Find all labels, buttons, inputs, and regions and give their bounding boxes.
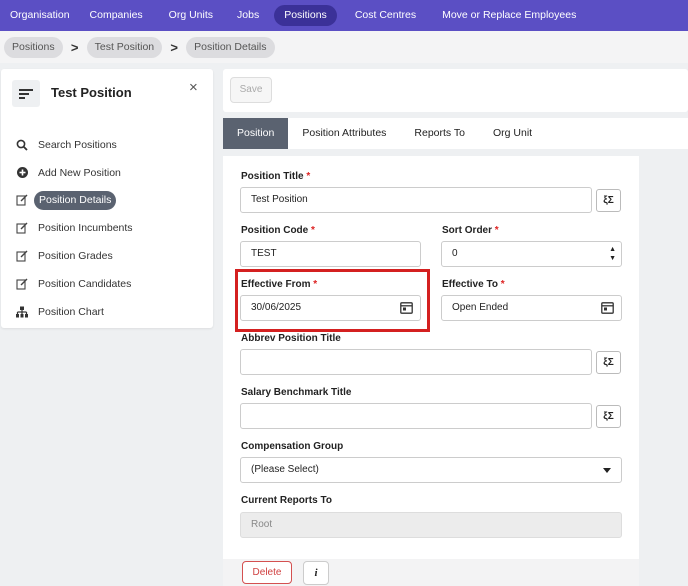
- chevron-down-icon: [603, 468, 611, 473]
- translate-button[interactable]: ξΣ: [596, 405, 621, 428]
- sidebar-item-label: Position Details: [34, 190, 117, 210]
- sidebar-item-position-candidates[interactable]: Position Candidates: [1, 270, 213, 298]
- edit-icon: [15, 249, 29, 263]
- close-icon[interactable]: ×: [189, 79, 198, 96]
- compensation-group-label: Compensation Group: [241, 441, 344, 452]
- side-panel-title: Test Position: [51, 85, 132, 100]
- nav-cost-centres[interactable]: Cost Centres: [345, 5, 426, 26]
- menu-toggle-button[interactable]: [12, 80, 40, 107]
- edit-icon: [15, 193, 29, 207]
- sidebar-item-position-grades[interactable]: Position Grades: [1, 242, 213, 270]
- plus-circle-icon: [15, 166, 29, 180]
- number-stepper-icon[interactable]: ▲ ▼: [609, 245, 616, 263]
- sort-order-input[interactable]: 0 ▲ ▼: [441, 241, 622, 267]
- sidebar-item-label: Add New Position: [38, 166, 121, 179]
- sidebar-item-position-incumbents[interactable]: Position Incumbents: [1, 214, 213, 242]
- menu-icon: [19, 89, 33, 91]
- breadcrumb-positions[interactable]: Positions: [4, 36, 63, 58]
- position-code-label: Position Code *: [241, 225, 315, 236]
- delete-button[interactable]: Delete: [242, 561, 292, 584]
- save-button[interactable]: Save: [230, 77, 272, 103]
- salary-benchmark-title-input[interactable]: [240, 403, 592, 429]
- tab-bar: Position Position Attributes Reports To …: [223, 118, 688, 149]
- translate-button[interactable]: ξΣ: [596, 189, 621, 212]
- side-menu: Search Positions Add New Position Positi…: [1, 131, 213, 326]
- nav-companies[interactable]: Companies: [80, 5, 153, 26]
- position-title-label: Position Title *: [241, 171, 310, 182]
- sidebar-item-position-details[interactable]: Position Details: [1, 187, 213, 215]
- tab-reports-to[interactable]: Reports To: [400, 118, 479, 149]
- search-icon: [15, 138, 29, 152]
- breadcrumb: Positions > Test Position > Position Det…: [0, 31, 688, 63]
- position-title-input[interactable]: Test Position: [240, 187, 592, 213]
- current-reports-to-label: Current Reports To: [241, 495, 332, 506]
- sidebar-item-label: Position Chart: [38, 305, 104, 318]
- nav-organisation[interactable]: Organisation: [0, 5, 80, 26]
- required-marker: *: [306, 171, 311, 182]
- compensation-group-select[interactable]: (Please Select): [240, 457, 622, 483]
- breadcrumb-position-details[interactable]: Position Details: [186, 36, 275, 58]
- nav-move-replace-employees[interactable]: Move or Replace Employees: [432, 5, 586, 26]
- nav-positions[interactable]: Positions: [274, 5, 337, 26]
- field-label-text: Effective To: [442, 279, 498, 290]
- side-panel-header: Test Position ×: [1, 69, 213, 115]
- breadcrumb-test-position[interactable]: Test Position: [86, 36, 163, 58]
- chevron-right-icon: >: [70, 39, 79, 55]
- salary-benchmark-title-label: Salary Benchmark Title: [241, 387, 352, 398]
- sidebar-item-label: Position Candidates: [38, 277, 132, 290]
- required-marker: *: [494, 225, 499, 236]
- info-icon[interactable]: i: [303, 561, 329, 585]
- field-label-text: Position Code: [241, 225, 309, 236]
- sort-order-value: 0: [452, 248, 458, 259]
- edit-icon: [15, 277, 29, 291]
- translate-button[interactable]: ξΣ: [596, 351, 621, 374]
- tab-org-unit[interactable]: Org Unit: [479, 118, 546, 149]
- effective-to-value: Open Ended: [452, 302, 509, 313]
- current-reports-to-field: Root: [240, 512, 622, 538]
- field-label-text: Position Title: [241, 171, 304, 182]
- highlight-box: [235, 269, 430, 332]
- required-marker: *: [311, 225, 315, 236]
- calendar-icon[interactable]: [601, 301, 614, 314]
- compensation-group-value: (Please Select): [251, 464, 319, 475]
- menu-icon-line: [19, 93, 29, 95]
- nav-org-units[interactable]: Org Units: [159, 5, 223, 26]
- action-toolbar: Save: [223, 69, 688, 112]
- nav-jobs[interactable]: Jobs: [227, 5, 269, 26]
- position-code-input[interactable]: TEST: [240, 241, 421, 267]
- effective-to-label: Effective To *: [442, 279, 505, 290]
- tab-position-attributes[interactable]: Position Attributes: [288, 118, 400, 149]
- side-panel: Test Position × Search Positions Add New…: [1, 69, 213, 328]
- abbrev-position-title-input[interactable]: [240, 349, 592, 375]
- sidebar-item-position-chart[interactable]: Position Chart: [1, 298, 213, 326]
- menu-icon-line: [19, 97, 25, 99]
- required-marker: *: [500, 279, 505, 290]
- sidebar-item-search-positions[interactable]: Search Positions: [1, 131, 213, 159]
- tab-position[interactable]: Position: [223, 118, 289, 149]
- hierarchy-icon: [15, 305, 29, 319]
- sort-order-label: Sort Order *: [442, 225, 499, 236]
- abbrev-position-title-label: Abbrev Position Title: [241, 333, 341, 344]
- sidebar-item-label: Position Grades: [38, 250, 113, 263]
- field-label-text: Sort Order: [442, 225, 493, 236]
- top-nav: Organisation Companies Org Units Jobs Po…: [0, 0, 688, 31]
- sidebar-item-label: Position Incumbents: [38, 222, 133, 235]
- edit-icon: [15, 221, 29, 235]
- sidebar-item-add-new-position[interactable]: Add New Position: [1, 159, 213, 187]
- effective-to-input[interactable]: Open Ended: [441, 295, 622, 321]
- position-form: Position Title * Test Position ξΣ Positi…: [223, 156, 639, 586]
- chevron-right-icon: >: [170, 39, 178, 55]
- sidebar-item-label: Search Positions: [38, 138, 117, 151]
